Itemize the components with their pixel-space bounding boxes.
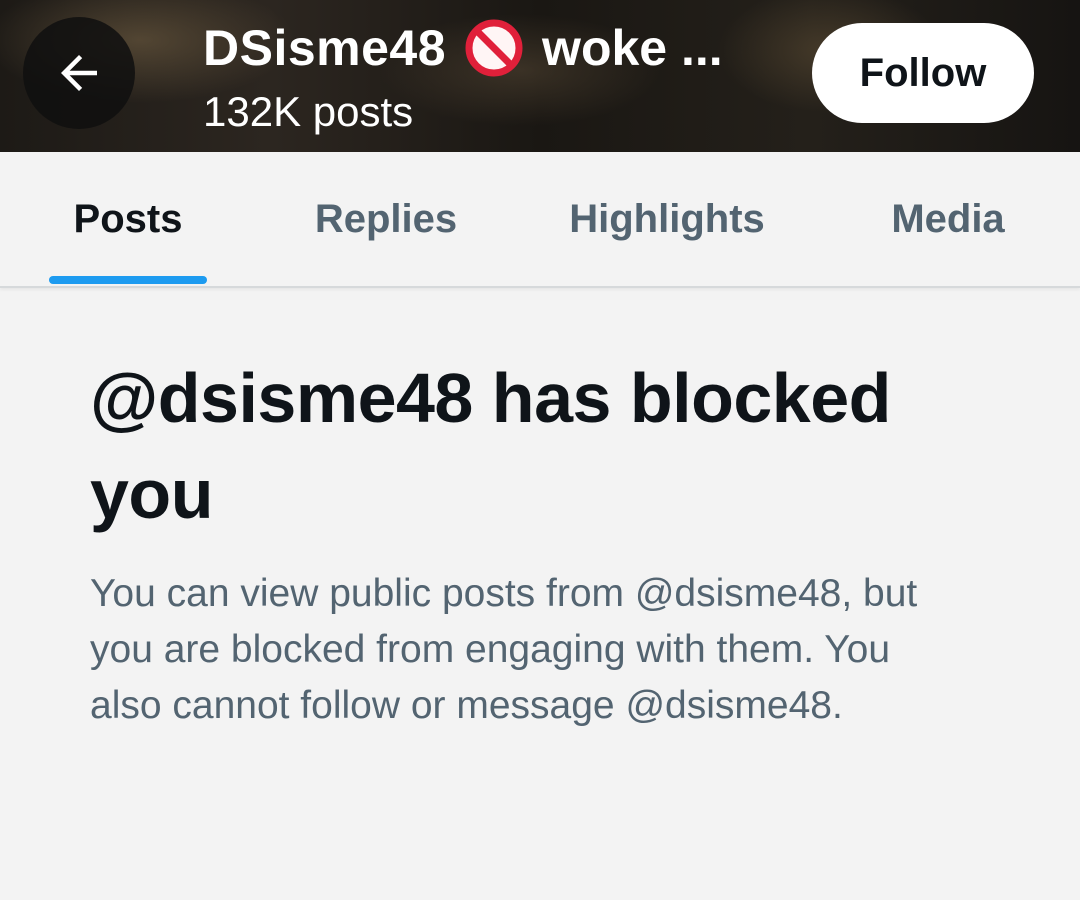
tab-replies[interactable]: Replies: [290, 152, 482, 286]
follow-button[interactable]: Follow: [812, 23, 1034, 123]
profile-header-banner: DSisme48 woke ... 132K posts Follow: [0, 0, 1080, 152]
profile-title: DSisme48 woke ...: [203, 18, 723, 78]
back-button[interactable]: [23, 17, 135, 129]
active-tab-indicator: [49, 276, 207, 284]
tab-highlights[interactable]: Highlights: [548, 152, 786, 286]
blocked-notice: @dsisme48 has blocked you You can view p…: [90, 350, 990, 734]
blocked-title: @dsisme48 has blocked you: [90, 359, 891, 533]
arrow-left-icon: [61, 55, 97, 91]
display-name-tail: woke ...: [542, 20, 723, 76]
profile-tabs: Posts Replies Highlights Media: [0, 152, 1080, 288]
blocked-description: You can view public posts from @dsisme48…: [90, 572, 918, 727]
post-count: 132K posts: [203, 88, 414, 135]
prohibited-icon: [465, 19, 523, 77]
display-name: DSisme48: [203, 20, 447, 76]
tab-media[interactable]: Media: [868, 152, 1028, 286]
tab-posts[interactable]: Posts: [49, 152, 207, 286]
